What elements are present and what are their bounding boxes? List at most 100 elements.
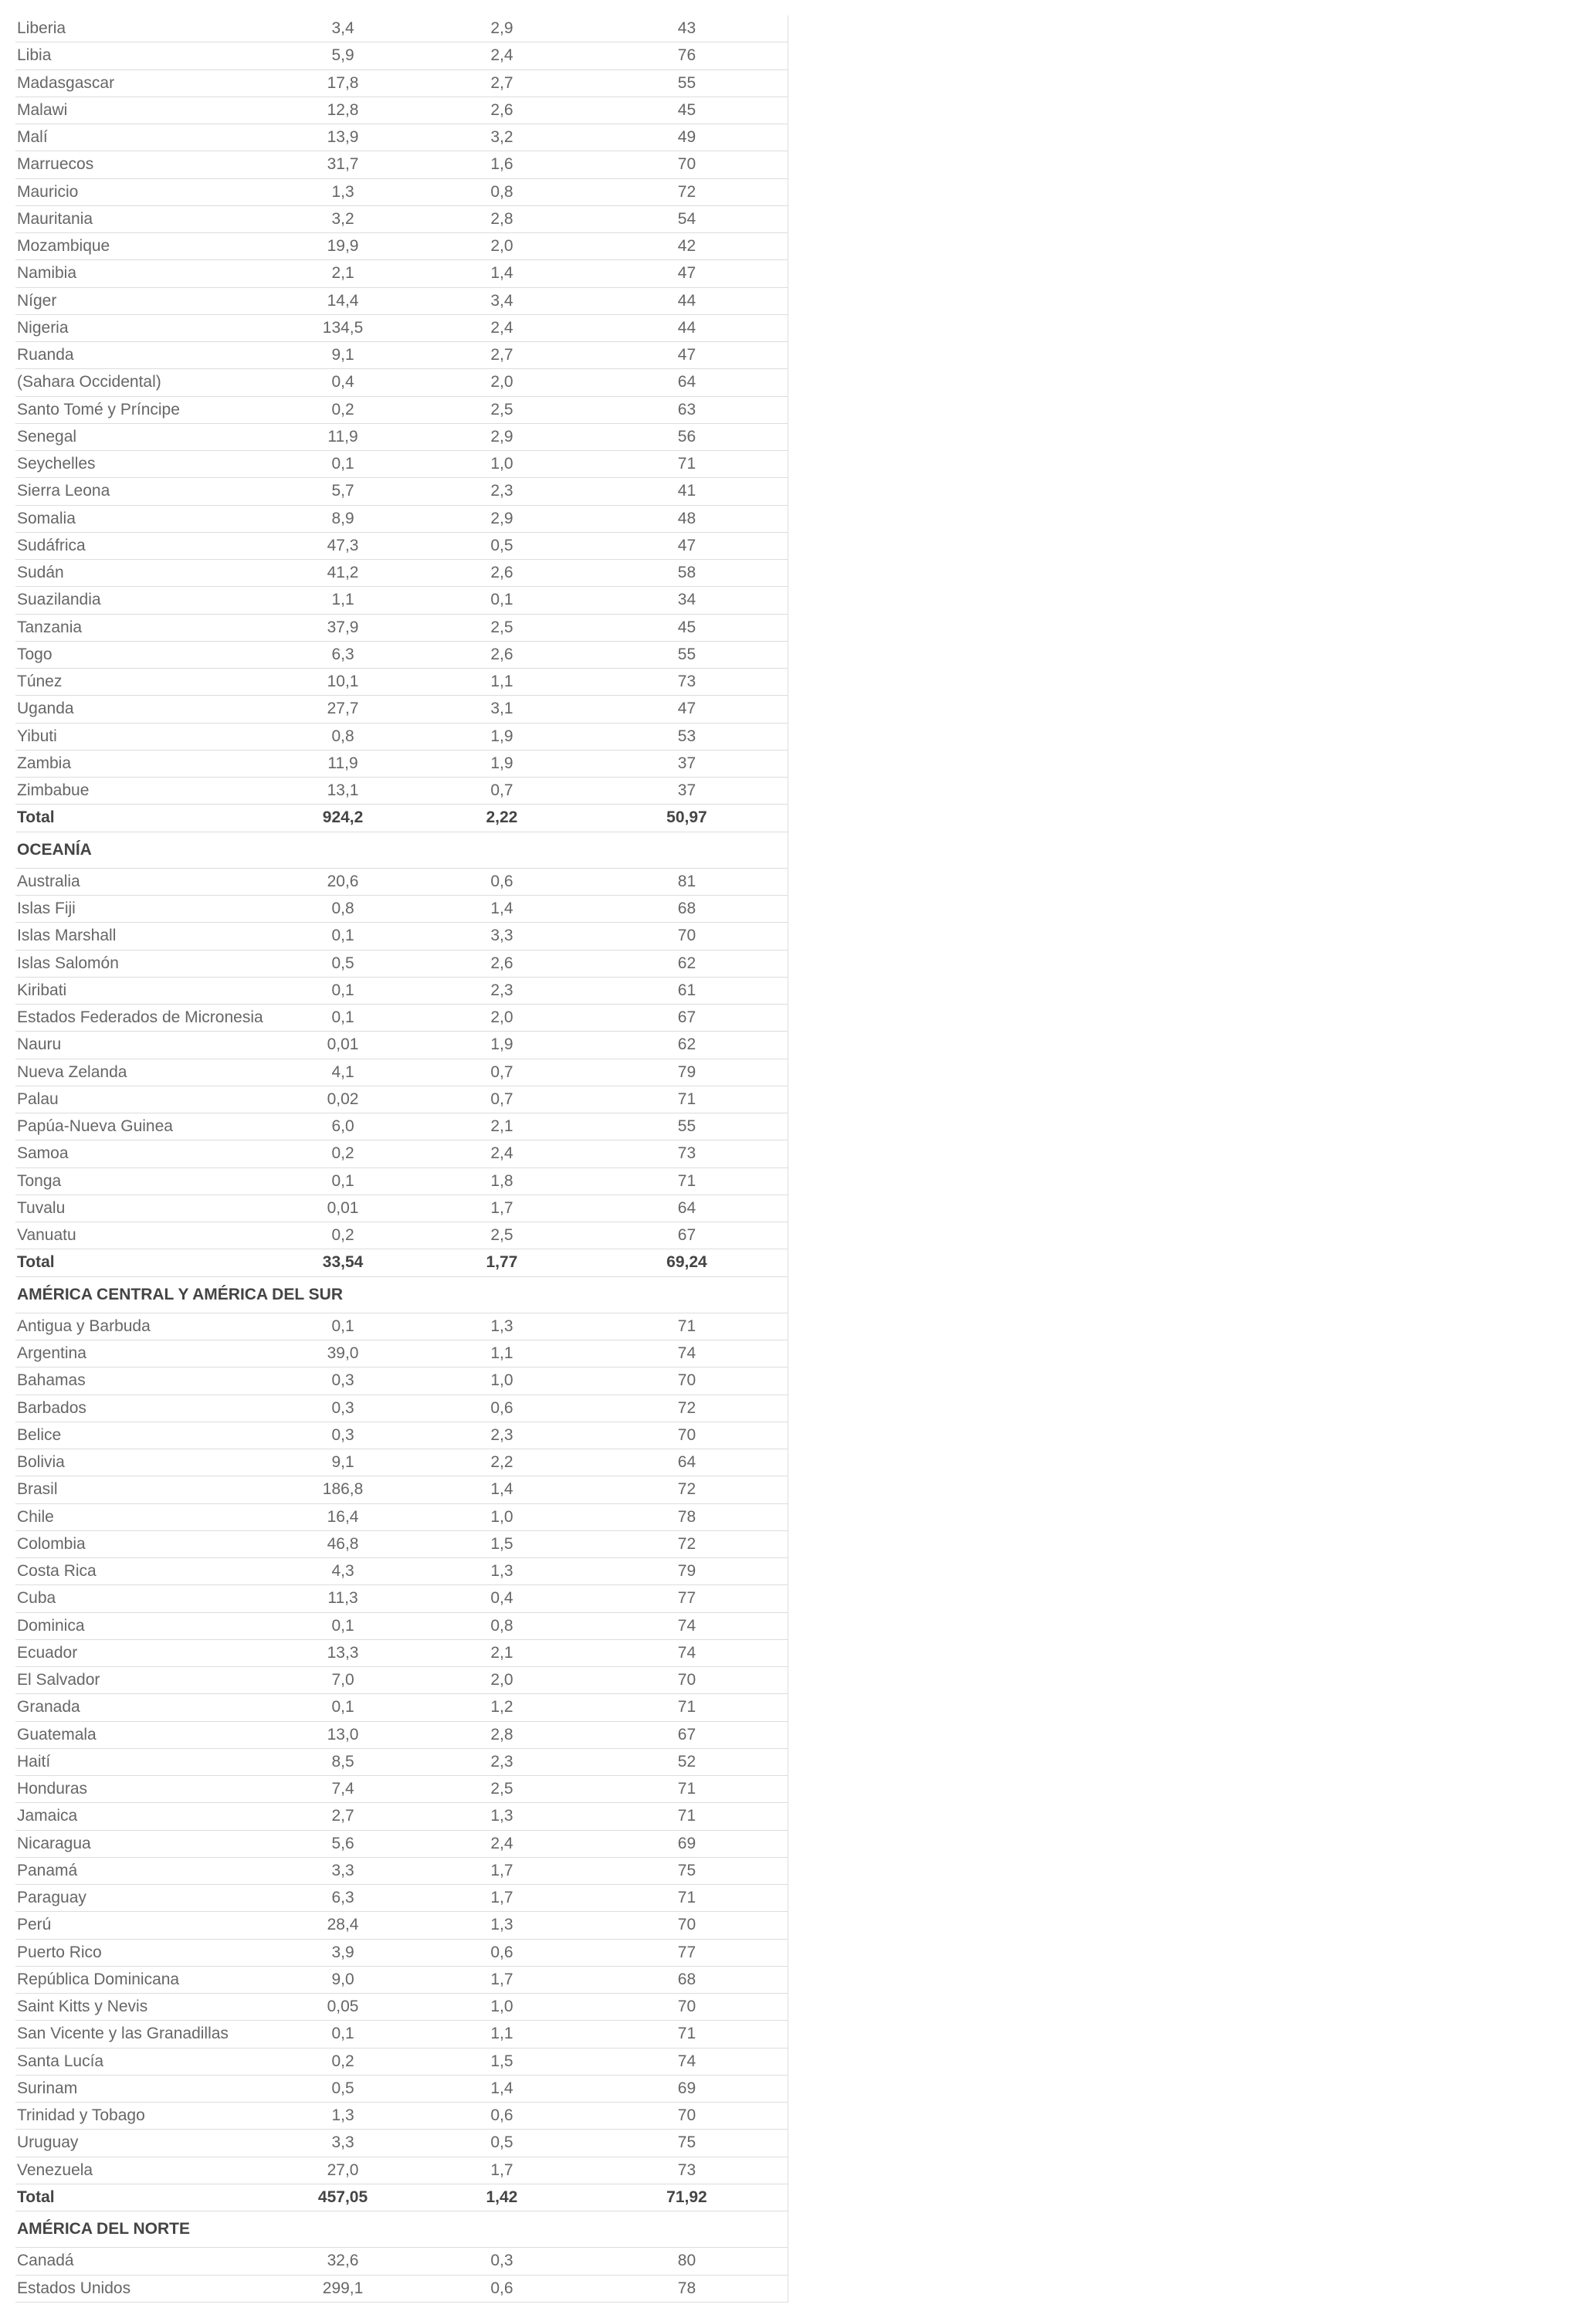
value-cell: 1,3 — [418, 1803, 588, 1830]
table-row: Nigeria134,52,444 — [15, 314, 788, 341]
value-cell: 12,8 — [269, 97, 418, 124]
table-row: Colombia46,81,572 — [15, 1530, 788, 1557]
country-cell: Saint Kitts y Nevis — [15, 1994, 269, 2021]
value-cell: 0,4 — [269, 369, 418, 396]
value-cell: 9,1 — [269, 342, 418, 369]
value-cell: 73 — [588, 669, 788, 696]
value-cell: 77 — [588, 1585, 788, 1612]
value-cell: 76 — [588, 42, 788, 69]
value-cell: 2,0 — [418, 1005, 588, 1032]
table-row: Liberia3,42,943 — [15, 15, 788, 42]
table-row: Tanzania37,92,545 — [15, 614, 788, 641]
value-cell: 8,9 — [269, 505, 418, 532]
value-cell: 0,1 — [269, 1167, 418, 1195]
value-cell: 1,9 — [418, 723, 588, 750]
country-cell: Libia — [15, 42, 269, 69]
country-cell: Zimbabue — [15, 778, 269, 805]
value-cell: 0,6 — [418, 2275, 588, 2302]
table-row: Senegal11,92,956 — [15, 423, 788, 450]
value-cell: 50,97 — [588, 805, 788, 832]
value-cell: 69,24 — [588, 1249, 788, 1276]
value-cell: 0,1 — [269, 2021, 418, 2048]
value-cell: 1,9 — [418, 750, 588, 777]
table-row: Marruecos31,71,670 — [15, 151, 788, 178]
value-cell: 1,3 — [269, 2103, 418, 2130]
table-row: Haití8,52,352 — [15, 1748, 788, 1775]
value-cell: 11,3 — [269, 1585, 418, 1612]
country-cell: Total — [15, 1249, 269, 1276]
table-row: El Salvador7,02,070 — [15, 1667, 788, 1694]
value-cell: 70 — [588, 1422, 788, 1449]
value-cell: 0,3 — [418, 2248, 588, 2275]
value-cell: 13,9 — [269, 124, 418, 151]
value-cell: 0,1 — [418, 587, 588, 614]
section-header-row: AMÉRICA DEL NORTE — [15, 2211, 788, 2248]
table-row: Brasil186,81,472 — [15, 1476, 788, 1503]
value-cell: 0,02 — [269, 1086, 418, 1113]
value-cell: 80 — [588, 2248, 788, 2275]
value-cell: 2,4 — [418, 1140, 588, 1167]
value-cell: 10,1 — [269, 669, 418, 696]
value-cell: 0,3 — [269, 1395, 418, 1422]
value-cell: 41 — [588, 478, 788, 505]
table-row: Estados Unidos299,10,678 — [15, 2275, 788, 2302]
table-row: Bahamas0,31,070 — [15, 1367, 788, 1395]
country-cell: Palau — [15, 1086, 269, 1113]
table-row: Nueva Zelanda4,10,779 — [15, 1059, 788, 1086]
value-cell: 78 — [588, 2275, 788, 2302]
value-cell: 1,6 — [418, 151, 588, 178]
value-cell: 71,92 — [588, 2184, 788, 2211]
value-cell: 2,2 — [418, 1449, 588, 1476]
table-row: Islas Fiji0,81,468 — [15, 896, 788, 923]
country-cell: Canadá — [15, 2248, 269, 2275]
value-cell: 0,5 — [418, 532, 588, 559]
value-cell: 2,5 — [418, 614, 588, 641]
country-cell: Níger — [15, 287, 269, 314]
value-cell: 0,5 — [269, 2075, 418, 2102]
value-cell: 2,8 — [418, 205, 588, 232]
country-cell: Australia — [15, 868, 269, 895]
value-cell: 47,3 — [269, 532, 418, 559]
country-cell: Túnez — [15, 669, 269, 696]
value-cell: 44 — [588, 314, 788, 341]
value-cell: 2,0 — [418, 1667, 588, 1694]
value-cell: 75 — [588, 1857, 788, 1884]
table-row: Ruanda9,12,747 — [15, 342, 788, 369]
value-cell: 74 — [588, 1340, 788, 1367]
value-cell: 0,8 — [269, 723, 418, 750]
value-cell: 64 — [588, 369, 788, 396]
country-cell: Malawi — [15, 97, 269, 124]
table-row: Saint Kitts y Nevis0,051,070 — [15, 1994, 788, 2021]
table-row: Barbados0,30,672 — [15, 1395, 788, 1422]
table-row: Vanuatu0,22,567 — [15, 1222, 788, 1249]
value-cell: 72 — [588, 1395, 788, 1422]
value-cell: 2,3 — [418, 1422, 588, 1449]
value-cell: 1,0 — [418, 1503, 588, 1530]
value-cell: 1,0 — [418, 1367, 588, 1395]
value-cell: 0,1 — [269, 977, 418, 1004]
value-cell: 924,2 — [269, 805, 418, 832]
table-row: Túnez10,11,173 — [15, 669, 788, 696]
country-cell: Mozambique — [15, 233, 269, 260]
value-cell: 47 — [588, 342, 788, 369]
table-row: Venezuela27,01,773 — [15, 2157, 788, 2184]
value-cell: 2,7 — [269, 1803, 418, 1830]
country-cell: Sierra Leona — [15, 478, 269, 505]
value-cell: 71 — [588, 1313, 788, 1340]
value-cell: 1,5 — [418, 1530, 588, 1557]
value-cell: 70 — [588, 1912, 788, 1939]
value-cell: 69 — [588, 1830, 788, 1857]
value-cell: 72 — [588, 178, 788, 205]
value-cell: 48 — [588, 505, 788, 532]
value-cell: 6,0 — [269, 1113, 418, 1140]
value-cell: 45 — [588, 614, 788, 641]
country-cell: Marruecos — [15, 151, 269, 178]
country-cell: Antigua y Barbuda — [15, 1313, 269, 1340]
value-cell: 0,6 — [418, 1395, 588, 1422]
country-cell: Islas Marshall — [15, 923, 269, 950]
table-row: Ecuador13,32,174 — [15, 1639, 788, 1666]
value-cell: 3,4 — [269, 15, 418, 42]
value-cell: 52 — [588, 1748, 788, 1775]
table-row: Paraguay6,31,771 — [15, 1885, 788, 1912]
value-cell: 56 — [588, 423, 788, 450]
